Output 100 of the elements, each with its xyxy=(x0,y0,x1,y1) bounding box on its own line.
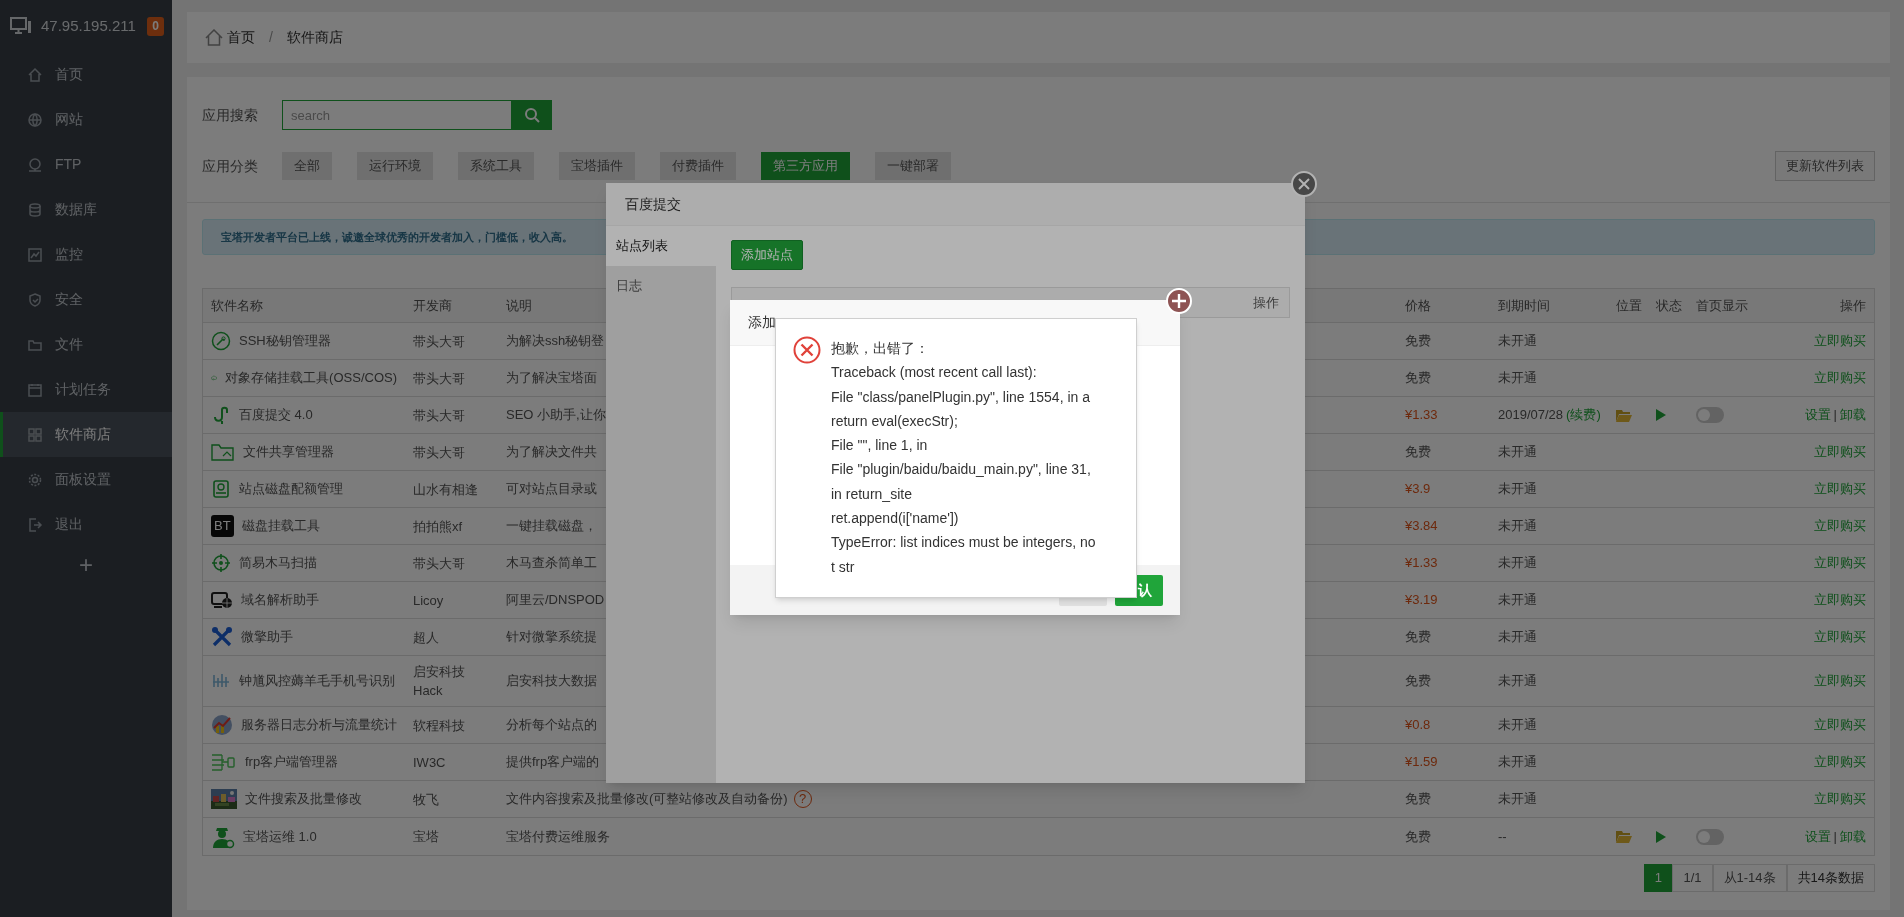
error-text-line: t str xyxy=(831,557,856,577)
app-name: frp客户端管理器 xyxy=(245,753,339,772)
price-text: 免费 xyxy=(1405,332,1431,351)
sidebar-item[interactable]: 文件 xyxy=(0,322,172,367)
refresh-button[interactable]: 更新软件列表 xyxy=(1775,151,1875,181)
app-name: 服务器日志分析与流量统计 xyxy=(241,716,397,735)
sidebar-item[interactable]: 计划任务 xyxy=(0,367,172,412)
page-button[interactable]: 1 xyxy=(1644,864,1673,892)
action-link[interactable]: 立即购买 xyxy=(1814,553,1866,573)
error-icon xyxy=(793,336,821,364)
table-cell-text: 带头大哥 xyxy=(412,332,466,351)
sidebar-item[interactable]: 数据库 xyxy=(0,187,172,232)
app-name: 磁盘挂载工具 xyxy=(241,517,320,536)
breadcrumb-link[interactable]: 软件商店 xyxy=(286,27,343,48)
tools-icon xyxy=(211,626,233,648)
action-link[interactable]: 立即购买 xyxy=(1814,331,1866,351)
app-logo: BT xyxy=(211,515,234,537)
globe-icon xyxy=(27,111,43,128)
category-tab[interactable]: 付费插件 xyxy=(660,152,736,180)
category-tab[interactable]: 全部 xyxy=(282,152,332,180)
add-site-button[interactable]: 添加站点 xyxy=(731,240,803,270)
column-header: 到期时间 xyxy=(1498,296,1550,315)
renew-link[interactable]: (续费) xyxy=(1566,405,1601,425)
table-cell-text: 可对站点目录或 xyxy=(506,480,597,499)
table-cell-text: 未开通 xyxy=(1498,332,1537,351)
app-name: 百度提交 4.0 xyxy=(239,406,313,425)
price-text: ¥1.33 xyxy=(1405,554,1438,573)
search-button[interactable] xyxy=(512,100,552,130)
nav-tab[interactable]: 站点列表 xyxy=(606,226,716,266)
chart-icon xyxy=(27,246,43,263)
action-link[interactable]: 立即购买 xyxy=(1814,590,1866,610)
category-tab[interactable]: 宝塔插件 xyxy=(559,152,635,180)
action-link[interactable]: 卸载 xyxy=(1840,826,1866,847)
action-link[interactable]: 立即购买 xyxy=(1814,368,1866,388)
sidebar-item[interactable]: 监控 xyxy=(0,232,172,277)
table-cell-text: 未开通 xyxy=(1498,716,1537,735)
play-icon[interactable] xyxy=(1656,830,1666,843)
folder-icon[interactable] xyxy=(1616,408,1632,422)
network-icon xyxy=(211,752,237,772)
app-name: 微擎助手 xyxy=(241,628,293,647)
column-header: 位置 xyxy=(1616,296,1642,315)
table-cell-text: 文件内容搜索及批量修改(可整站修改及自动备份) xyxy=(506,790,788,809)
separator: | xyxy=(1833,406,1837,425)
database-icon xyxy=(27,201,43,218)
action-link[interactable]: 立即购买 xyxy=(1814,752,1866,772)
category-label: 应用分类 xyxy=(202,156,259,176)
sidebar-item[interactable]: FTP xyxy=(0,142,172,187)
table-cell-text: 阿里云/DNSPOD xyxy=(506,591,605,610)
action-link[interactable]: 立即购买 xyxy=(1814,715,1866,735)
action-link[interactable]: 立即购买 xyxy=(1814,671,1866,691)
table-cell-text: 牧飞 xyxy=(412,790,440,809)
sidebar-item[interactable]: 网站 xyxy=(0,97,172,142)
sidebar-item[interactable]: 安全 xyxy=(0,277,172,322)
table-cell-text: 未开通 xyxy=(1498,753,1537,772)
table-cell-text: -- xyxy=(1498,827,1507,846)
action-link[interactable]: 设置 xyxy=(1804,826,1831,847)
breadcrumb-link[interactable]: 首页 xyxy=(227,27,255,48)
price-text: 免费 xyxy=(1405,790,1431,809)
action-link[interactable]: 立即购买 xyxy=(1814,627,1866,647)
table-cell-text: 宝塔 xyxy=(412,828,440,846)
folder-icon[interactable] xyxy=(1616,830,1632,843)
notification-badge: 0 xyxy=(147,16,164,36)
app-name: 宝塔运维 1.0 xyxy=(243,827,317,846)
table-cell-text: 带头大哥 xyxy=(412,406,466,425)
total-text: 共14条数据 xyxy=(1786,864,1875,892)
action-link[interactable]: 立即购买 xyxy=(1814,442,1866,462)
breadcrumb-separator: / xyxy=(268,28,274,47)
action-link[interactable]: 立即购买 xyxy=(1814,516,1866,536)
calendar-icon xyxy=(27,381,43,398)
action-link[interactable]: 立即购买 xyxy=(1814,479,1866,499)
play-icon[interactable] xyxy=(1656,409,1666,421)
error-text-line: return eval(execStr); xyxy=(831,411,959,431)
table-cell-text: 带头大哥 xyxy=(412,369,466,388)
add-button[interactable]: + xyxy=(79,551,93,579)
price-text: 免费 xyxy=(1405,443,1431,462)
grid-icon xyxy=(27,426,43,443)
table-cell-text: 未开通 xyxy=(1498,480,1537,499)
action-link[interactable]: 卸载 xyxy=(1840,405,1866,425)
table-cell-text: 启安科技 Hack xyxy=(412,663,466,700)
action-link[interactable]: 立即购买 xyxy=(1814,789,1866,809)
sidebar-item[interactable]: 面板设置 xyxy=(0,457,172,502)
category-tab[interactable]: 第三方应用 xyxy=(761,152,850,180)
category-tab[interactable]: 运行环境 xyxy=(357,152,433,180)
server-icon xyxy=(27,156,43,173)
error-text-line: ret.append(i['name']) xyxy=(831,509,960,529)
toggle-switch[interactable] xyxy=(1696,407,1724,423)
dialog-title: 添加 xyxy=(748,313,776,332)
error-text-line: in return_site xyxy=(831,484,913,504)
table-cell-text: IW3C xyxy=(412,753,447,772)
category-tab[interactable]: 系统工具 xyxy=(458,152,534,180)
toggle-switch[interactable] xyxy=(1696,828,1724,845)
table-cell-text: 未开通 xyxy=(1498,628,1537,647)
sidebar-item[interactable]: 软件商店 xyxy=(0,412,172,457)
app-name: 钟馗风控薅羊毛手机号识别 xyxy=(239,672,395,691)
sidebar-item[interactable]: 退出 xyxy=(0,502,172,547)
table-cell-text: 针对微擎系统提 xyxy=(506,628,597,647)
sidebar-item[interactable]: 首页 xyxy=(0,52,172,97)
gear-icon xyxy=(27,471,43,488)
error-text-line: 抱歉，出错了： xyxy=(831,339,930,358)
action-link[interactable]: 设置 xyxy=(1804,405,1831,425)
